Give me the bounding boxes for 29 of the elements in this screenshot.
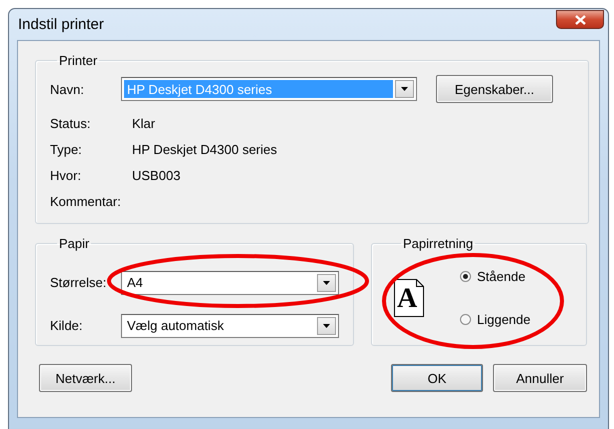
orientation-radio[interactable]: Stående xyxy=(460,265,530,287)
close-button[interactable] xyxy=(556,10,604,29)
field-label: Kilde: xyxy=(50,318,84,333)
cancel-button[interactable]: Annuller xyxy=(493,364,587,392)
group-label: Papir xyxy=(59,236,90,251)
radio-dot[interactable] xyxy=(460,270,471,282)
info-label: Hvor: xyxy=(50,168,82,182)
info-label: Status: xyxy=(50,116,92,130)
group-label: Printer xyxy=(59,53,98,68)
info-label: Type: xyxy=(50,142,83,156)
radio-dot[interactable] xyxy=(460,314,471,324)
info-label: Kommentar: xyxy=(50,194,122,208)
dropdown-field[interactable]: Vælg automatisk xyxy=(121,314,339,338)
network-button[interactable]: Netværk... xyxy=(39,364,132,392)
field-label: Størrelse: xyxy=(50,275,108,290)
dropdown-arrow-icon xyxy=(401,87,408,91)
orientation-radio[interactable]: Liggende xyxy=(460,308,530,330)
info-value: USB003 xyxy=(132,168,180,182)
info-value: Klar xyxy=(132,116,156,130)
dropdown-field[interactable]: A4 xyxy=(121,270,339,294)
close-icon xyxy=(574,14,586,24)
dropdown-arrow-icon xyxy=(323,280,330,284)
properties-button[interactable]: Egenskaber... xyxy=(436,75,553,103)
field-label: Navn: xyxy=(50,82,85,96)
info-value: HP Deskjet D4300 series xyxy=(132,142,277,156)
group-label: Papirretning xyxy=(403,236,474,251)
dropdown-arrow-icon xyxy=(323,324,330,328)
ok-button[interactable]: OK xyxy=(391,364,483,392)
window-title: Indstil printer xyxy=(18,16,104,33)
